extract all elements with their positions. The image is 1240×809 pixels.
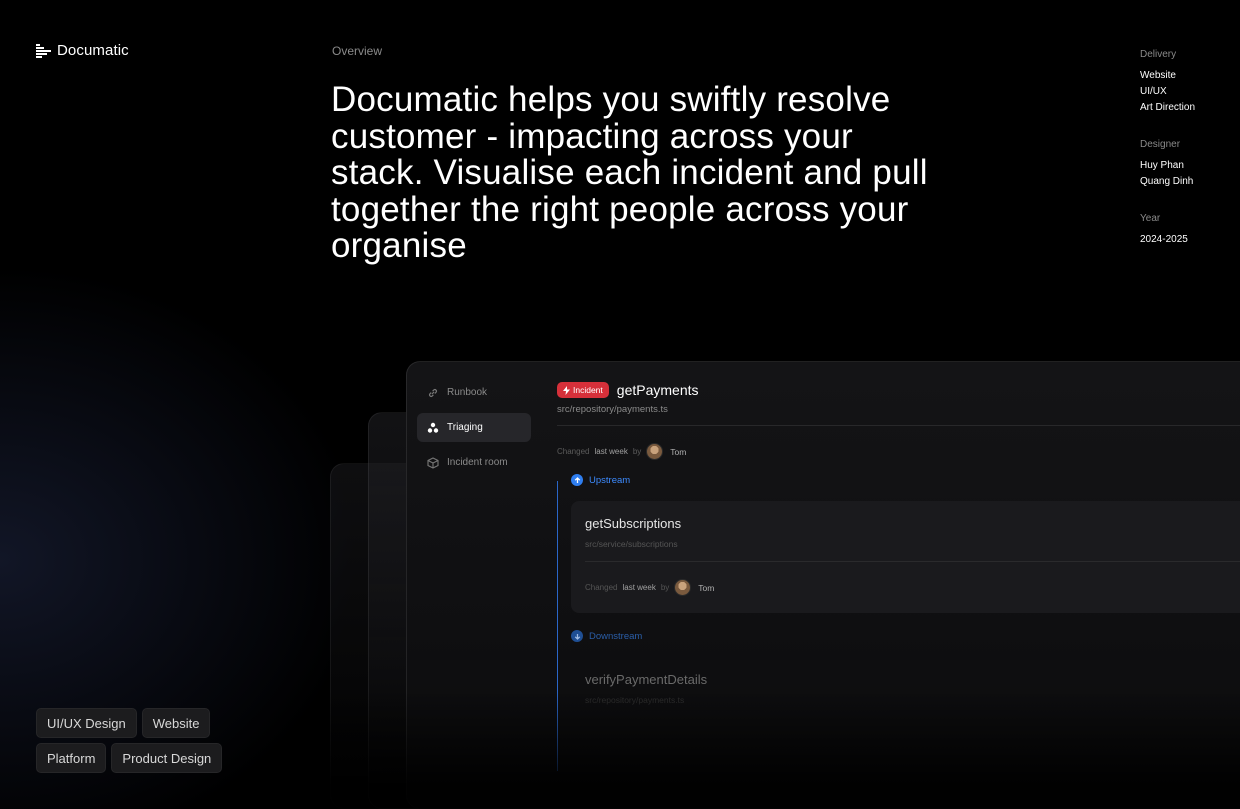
section-label: Overview	[332, 44, 383, 58]
avatar[interactable]	[674, 579, 692, 596]
changed-by: by	[660, 583, 670, 592]
lightning-icon	[563, 385, 570, 395]
year-label: Year	[1140, 213, 1161, 224]
designer-name: Quang Dinh	[1140, 176, 1194, 187]
upstream-item-path: src/service/subscriptions	[585, 539, 678, 549]
app-mockup-panel: Runbook Triaging Incident room Incident …	[406, 361, 1240, 809]
sidebar-item-label: Runbook	[447, 387, 488, 398]
downstream-header[interactable]: Downstream	[571, 630, 642, 642]
change-info: Changed last week by Tom	[557, 443, 1240, 460]
divider	[557, 425, 1240, 426]
change-info: Changed last week by Tom	[585, 579, 714, 596]
sidebar-item-runbook[interactable]: Runbook	[417, 378, 531, 407]
downstream-item-title[interactable]: verifyPaymentDetails	[585, 672, 707, 687]
link-icon	[428, 388, 438, 397]
badge-label: Incident	[573, 385, 603, 395]
year-value: 2024-2025	[1140, 234, 1188, 245]
brand-logo[interactable]: Documatic	[36, 42, 129, 59]
designer-name: Huy Phan	[1140, 160, 1184, 171]
delivery-item: Art Direction	[1140, 102, 1196, 113]
tag-row: Platform Product Design	[36, 743, 223, 773]
sidebar-item-label: Incident room	[447, 457, 508, 468]
changed-prefix: Changed	[585, 583, 618, 592]
delivery-label: Delivery	[1140, 49, 1177, 60]
changed-user[interactable]: Tom	[670, 447, 686, 457]
app-sidebar: Runbook Triaging Incident room	[417, 378, 531, 483]
project-tags: UI/UX Design Website Platform Product De…	[36, 708, 223, 778]
delivery-item: UI/UX	[1140, 86, 1167, 97]
page-headline: Documatic helps you swiftly resolve cust…	[331, 80, 928, 265]
brand-name: Documatic	[57, 42, 129, 59]
incident-function-title: getPayments	[616, 382, 699, 398]
downstream-label: Downstream	[589, 630, 643, 642]
delivery-item: Website	[1140, 70, 1176, 81]
delivery-group: Delivery Website UI/UX Art Direction	[1140, 47, 1240, 116]
tag-website[interactable]: Website	[141, 708, 211, 738]
upstream-label: Upstream	[589, 474, 631, 486]
changed-when: last week	[594, 447, 628, 456]
changed-by: by	[632, 447, 642, 456]
sidebar-item-triaging[interactable]: Triaging	[417, 413, 531, 442]
sidebar-item-incident-room[interactable]: Incident room	[417, 448, 531, 477]
designer-label: Designer	[1140, 139, 1181, 150]
incident-badge[interactable]: Incident	[557, 382, 609, 398]
changed-when: last week	[622, 583, 656, 592]
tag-ui-ux-design[interactable]: UI/UX Design	[36, 708, 137, 738]
upstream-item-title: getSubscriptions	[585, 516, 682, 531]
divider	[585, 561, 1240, 562]
year-group: Year 2024-2025	[1140, 211, 1240, 248]
arrow-up-icon	[571, 474, 583, 486]
upstream-header[interactable]: Upstream	[571, 474, 630, 486]
tag-row: UI/UX Design Website	[36, 708, 222, 738]
triangle-dots-icon	[427, 422, 439, 433]
arrow-down-icon	[571, 630, 583, 642]
project-meta: Delivery Website UI/UX Art Direction Des…	[1140, 47, 1240, 269]
changed-prefix: Changed	[557, 447, 590, 456]
tree-connector-line	[557, 481, 558, 771]
changed-user[interactable]: Tom	[698, 583, 714, 593]
cube-icon	[427, 456, 439, 469]
incident-header: Incident getPayments	[557, 382, 1240, 398]
downstream-item-path: src/repository/payments.ts	[585, 695, 685, 705]
avatar[interactable]	[646, 443, 664, 460]
designer-group: Designer Huy Phan Quang Dinh	[1140, 137, 1240, 190]
documatic-logo-icon	[36, 43, 51, 58]
incident-detail: Incident getPayments src/repository/paym…	[557, 382, 1240, 771]
tag-platform[interactable]: Platform	[36, 743, 107, 773]
tag-product-design[interactable]: Product Design	[111, 743, 223, 773]
sidebar-item-label: Triaging	[447, 422, 483, 433]
upstream-item-card[interactable]: getSubscriptions src/service/subscriptio…	[571, 501, 1240, 613]
incident-file-path: src/repository/payments.ts	[557, 404, 668, 415]
